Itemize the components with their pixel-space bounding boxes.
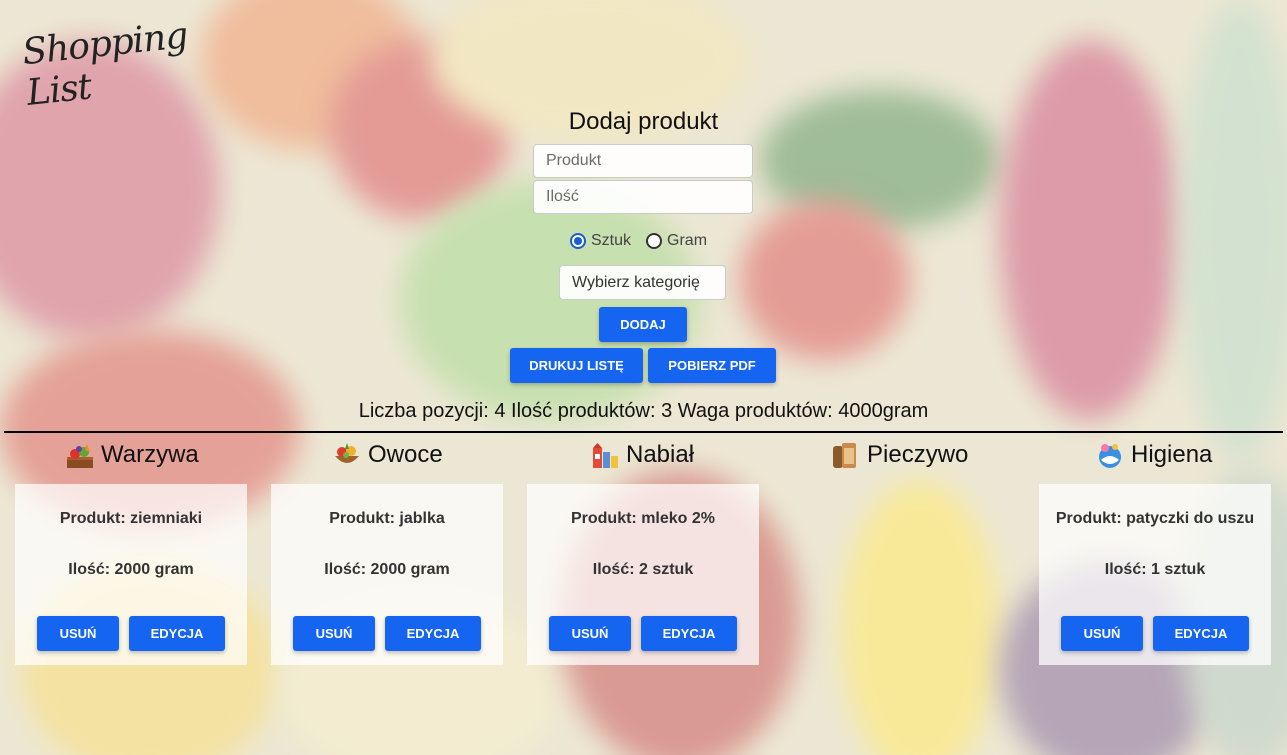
category-header-pieczywo: Pieczywo <box>831 440 968 470</box>
product-quantity: Ilość: 2000 gram <box>68 561 194 578</box>
category-header-warzywa: Warzywa <box>65 440 199 470</box>
radio-unselected-icon[interactable] <box>646 233 663 249</box>
edit-button[interactable]: EDYCJA <box>129 616 225 651</box>
bread-icon <box>833 443 856 468</box>
fruits-icon <box>335 443 359 463</box>
category-select[interactable]: Wybierz kategorię <box>559 265 726 300</box>
product-name: Produkt: mleko 2% <box>570 510 716 527</box>
product-name: Produkt: ziemniaki <box>59 510 203 527</box>
delete-button[interactable]: USUŃ <box>37 616 119 651</box>
category-title: Higiena <box>1131 441 1213 468</box>
radio-sztuk[interactable]: Sztuk <box>570 232 631 250</box>
delete-button[interactable]: USUŃ <box>1061 616 1143 651</box>
radio-gram-label: Gram <box>667 232 708 249</box>
stats-summary: Liczba pozycji: 4 Ilość produktów: 3 Wag… <box>358 400 929 422</box>
print-list-button[interactable]: DRUKUJ LISTĘ <box>510 348 643 383</box>
product-name: Produkt: patyczki do uszu <box>1055 510 1255 527</box>
hygiene-icon <box>1099 444 1121 468</box>
radio-gram[interactable]: Gram <box>646 232 707 250</box>
radio-selected-icon[interactable] <box>570 233 586 249</box>
dairy-icon <box>593 443 618 468</box>
category-title: Nabiał <box>626 441 695 468</box>
unit-radio-group: Sztuk Gram <box>570 232 722 250</box>
category-title: Pieczywo <box>867 441 969 468</box>
product-quantity: Ilość: 2000 gram <box>324 561 450 578</box>
add-button[interactable]: DODAJ <box>599 307 687 342</box>
category-header-nabial: Nabiał <box>590 440 694 470</box>
delete-button[interactable]: USUŃ <box>293 616 375 651</box>
product-quantity: Ilość: 2 sztuk <box>592 561 694 578</box>
edit-button[interactable]: EDYCJA <box>641 616 737 651</box>
quantity-input[interactable] <box>533 180 753 214</box>
product-card-higiena: Produkt: patyczki do uszu Ilość: 1 sztuk… <box>1039 484 1271 665</box>
download-pdf-button[interactable]: POBIERZ PDF <box>648 348 776 383</box>
category-header-owoce: Owoce <box>332 440 443 470</box>
product-quantity: Ilość: 1 sztuk <box>1104 561 1206 578</box>
divider <box>4 431 1283 433</box>
product-input[interactable] <box>533 144 753 178</box>
vegetables-icon <box>67 444 93 468</box>
product-name: Produkt: jablka <box>329 510 445 527</box>
category-title: Owoce <box>368 441 443 468</box>
product-card-owoce: Produkt: jablka Ilość: 2000 gram USUŃ ED… <box>271 484 503 665</box>
edit-button[interactable]: EDYCJA <box>1153 616 1249 651</box>
product-card-nabial: Produkt: mleko 2% Ilość: 2 sztuk USUŃ ED… <box>527 484 759 665</box>
product-card-warzywa: Produkt: ziemniaki Ilość: 2000 gram USUŃ… <box>15 484 247 665</box>
delete-button[interactable]: USUŃ <box>549 616 631 651</box>
category-title: Warzywa <box>101 441 199 468</box>
edit-button[interactable]: EDYCJA <box>385 616 481 651</box>
radio-sztuk-label: Sztuk <box>591 232 632 249</box>
category-header-higiena: Higiena <box>1095 440 1212 470</box>
form-title: Dodaj produkt <box>568 108 719 135</box>
